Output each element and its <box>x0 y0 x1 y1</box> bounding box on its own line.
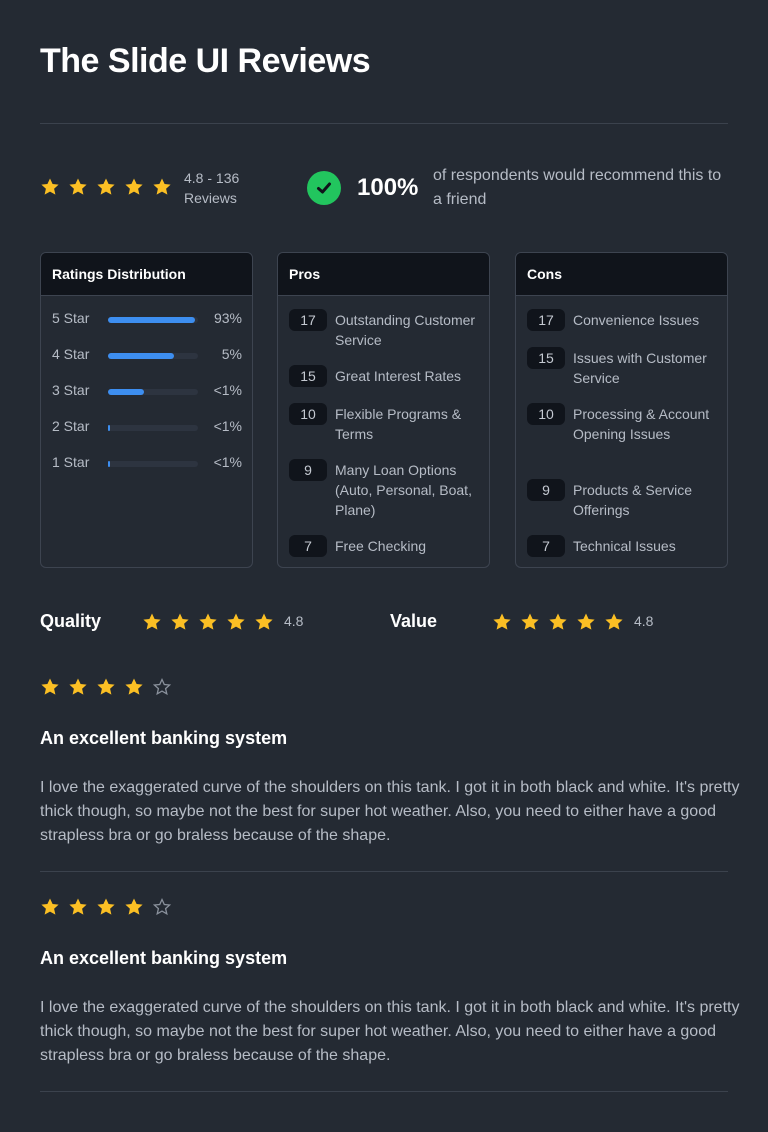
distribution-label: 5 Star <box>52 310 90 326</box>
cons-item-label: Processing & Account Opening Issues <box>573 406 710 442</box>
star-filled-icon <box>124 177 144 197</box>
distribution-percent: <1% <box>213 418 242 434</box>
value-score: 4.8 <box>634 613 654 629</box>
star-filled-icon <box>152 177 172 197</box>
count-badge: 7 <box>289 535 327 557</box>
pros-item-label: Great Interest Rates <box>335 368 462 384</box>
ratings-distribution-title: Ratings Distribution <box>41 253 252 296</box>
count-badge: 15 <box>527 347 565 369</box>
star-filled-icon <box>548 612 568 632</box>
pros-card: Pros 17 Outstanding Customer Service 15 Gre… <box>277 252 490 568</box>
star-filled-icon <box>124 677 144 697</box>
distribution-percent: <1% <box>213 382 242 398</box>
distribution-label: 1 Star <box>52 454 90 470</box>
distribution-label: 4 Star <box>52 346 90 362</box>
quality-stars <box>142 612 274 632</box>
star-filled-icon <box>576 612 596 632</box>
review-divider <box>40 871 728 872</box>
star-filled-icon <box>254 612 274 632</box>
value-stars <box>492 612 624 632</box>
distribution-row: 4 Star 5% <box>52 345 242 365</box>
distribution-bar <box>108 389 198 395</box>
count-badge: 10 <box>289 403 327 425</box>
count-badge: 10 <box>527 403 565 425</box>
review-stars <box>40 897 172 917</box>
count-badge: 9 <box>527 479 565 501</box>
distribution-row: 3 Star <1% <box>52 381 242 401</box>
review-divider <box>40 1091 728 1092</box>
distribution-label: 2 Star <box>52 418 90 434</box>
distribution-row: 5 Star 93% <box>52 309 242 329</box>
ratings-distribution-card: Ratings Distribution 5 Star 93% 4 Star 5% 3 … <box>40 252 253 568</box>
distribution-percent: 93% <box>213 310 242 326</box>
star-filled-icon <box>124 897 144 917</box>
distribution-percent: <1% <box>213 454 242 470</box>
distribution-bar-fill <box>108 461 110 467</box>
star-filled-icon <box>68 897 88 917</box>
distribution-bar-fill <box>108 389 144 395</box>
distribution-percent: 5% <box>221 346 242 362</box>
star-filled-icon <box>170 612 190 632</box>
count-badge: 15 <box>289 365 327 387</box>
value-label: Value <box>390 611 438 631</box>
pros-item-label: Outstanding Customer Service <box>335 312 476 348</box>
star-filled-icon <box>142 612 162 632</box>
review-stars <box>40 677 172 697</box>
review-title: An excellent banking system <box>40 948 288 968</box>
count-badge: 17 <box>289 309 327 331</box>
cons-title: Cons <box>516 253 727 296</box>
star-filled-icon <box>40 177 60 197</box>
summary-stars <box>40 177 172 197</box>
star-filled-icon <box>40 677 60 697</box>
count-badge: 17 <box>527 309 565 331</box>
distribution-bar <box>108 461 198 467</box>
distribution-label: 3 Star <box>52 382 90 398</box>
distribution-bar-fill <box>108 317 195 323</box>
review-title: An excellent banking system <box>40 728 288 748</box>
review-body: I love the exaggerated curve of the shou… <box>40 999 740 1064</box>
quality-label: Quality <box>40 611 102 631</box>
cons-item-label: Convenience Issues <box>573 312 700 328</box>
check-circle-icon <box>307 171 341 205</box>
star-empty-icon <box>152 677 172 697</box>
star-empty-icon <box>152 897 172 917</box>
star-filled-icon <box>68 177 88 197</box>
summary-rating: 4.8 - 136 Reviews <box>184 168 274 208</box>
star-filled-icon <box>492 612 512 632</box>
recommend-text: of respondents would recommend this to a… <box>433 167 722 208</box>
count-badge: 9 <box>289 459 327 481</box>
summary-review-count: Reviews <box>184 190 237 206</box>
pros-title: Pros <box>278 253 489 296</box>
count-badge: 7 <box>527 535 565 557</box>
distribution-bar-fill <box>108 353 174 359</box>
star-filled-icon <box>96 677 116 697</box>
summary-rating-value: 4.8 - 136 <box>184 170 240 186</box>
cons-item-label: Technical Issues <box>573 538 676 554</box>
pros-item-label: Many Loan Options (Auto, Personal, Boat,… <box>335 462 472 518</box>
distribution-row: 1 Star <1% <box>52 453 242 473</box>
star-filled-icon <box>96 897 116 917</box>
star-filled-icon <box>40 897 60 917</box>
cons-item-label: Issues with Customer Service <box>573 350 707 386</box>
recommend-percentage: 100% <box>357 174 419 201</box>
quality-score: 4.8 <box>284 613 304 629</box>
distribution-bar <box>108 317 198 323</box>
pros-item-label: Free Checking <box>335 538 427 554</box>
distribution-bar-fill <box>108 425 110 431</box>
star-filled-icon <box>68 677 88 697</box>
star-filled-icon <box>198 612 218 632</box>
page-title: The Slide UI Reviews <box>40 42 371 80</box>
cons-card: Cons 17 Convenience Issues 15 Issues with C… <box>515 252 728 568</box>
title-divider <box>40 123 728 124</box>
star-filled-icon <box>96 177 116 197</box>
distribution-bar <box>108 425 198 431</box>
cons-item-label: Products & Service Offerings <box>573 482 693 518</box>
star-filled-icon <box>604 612 624 632</box>
star-filled-icon <box>226 612 246 632</box>
distribution-row: 2 Star <1% <box>52 417 242 437</box>
distribution-bar <box>108 353 198 359</box>
pros-item-label: Flexible Programs & Terms <box>335 406 462 442</box>
review-body: I love the exaggerated curve of the shou… <box>40 779 740 844</box>
star-filled-icon <box>520 612 540 632</box>
